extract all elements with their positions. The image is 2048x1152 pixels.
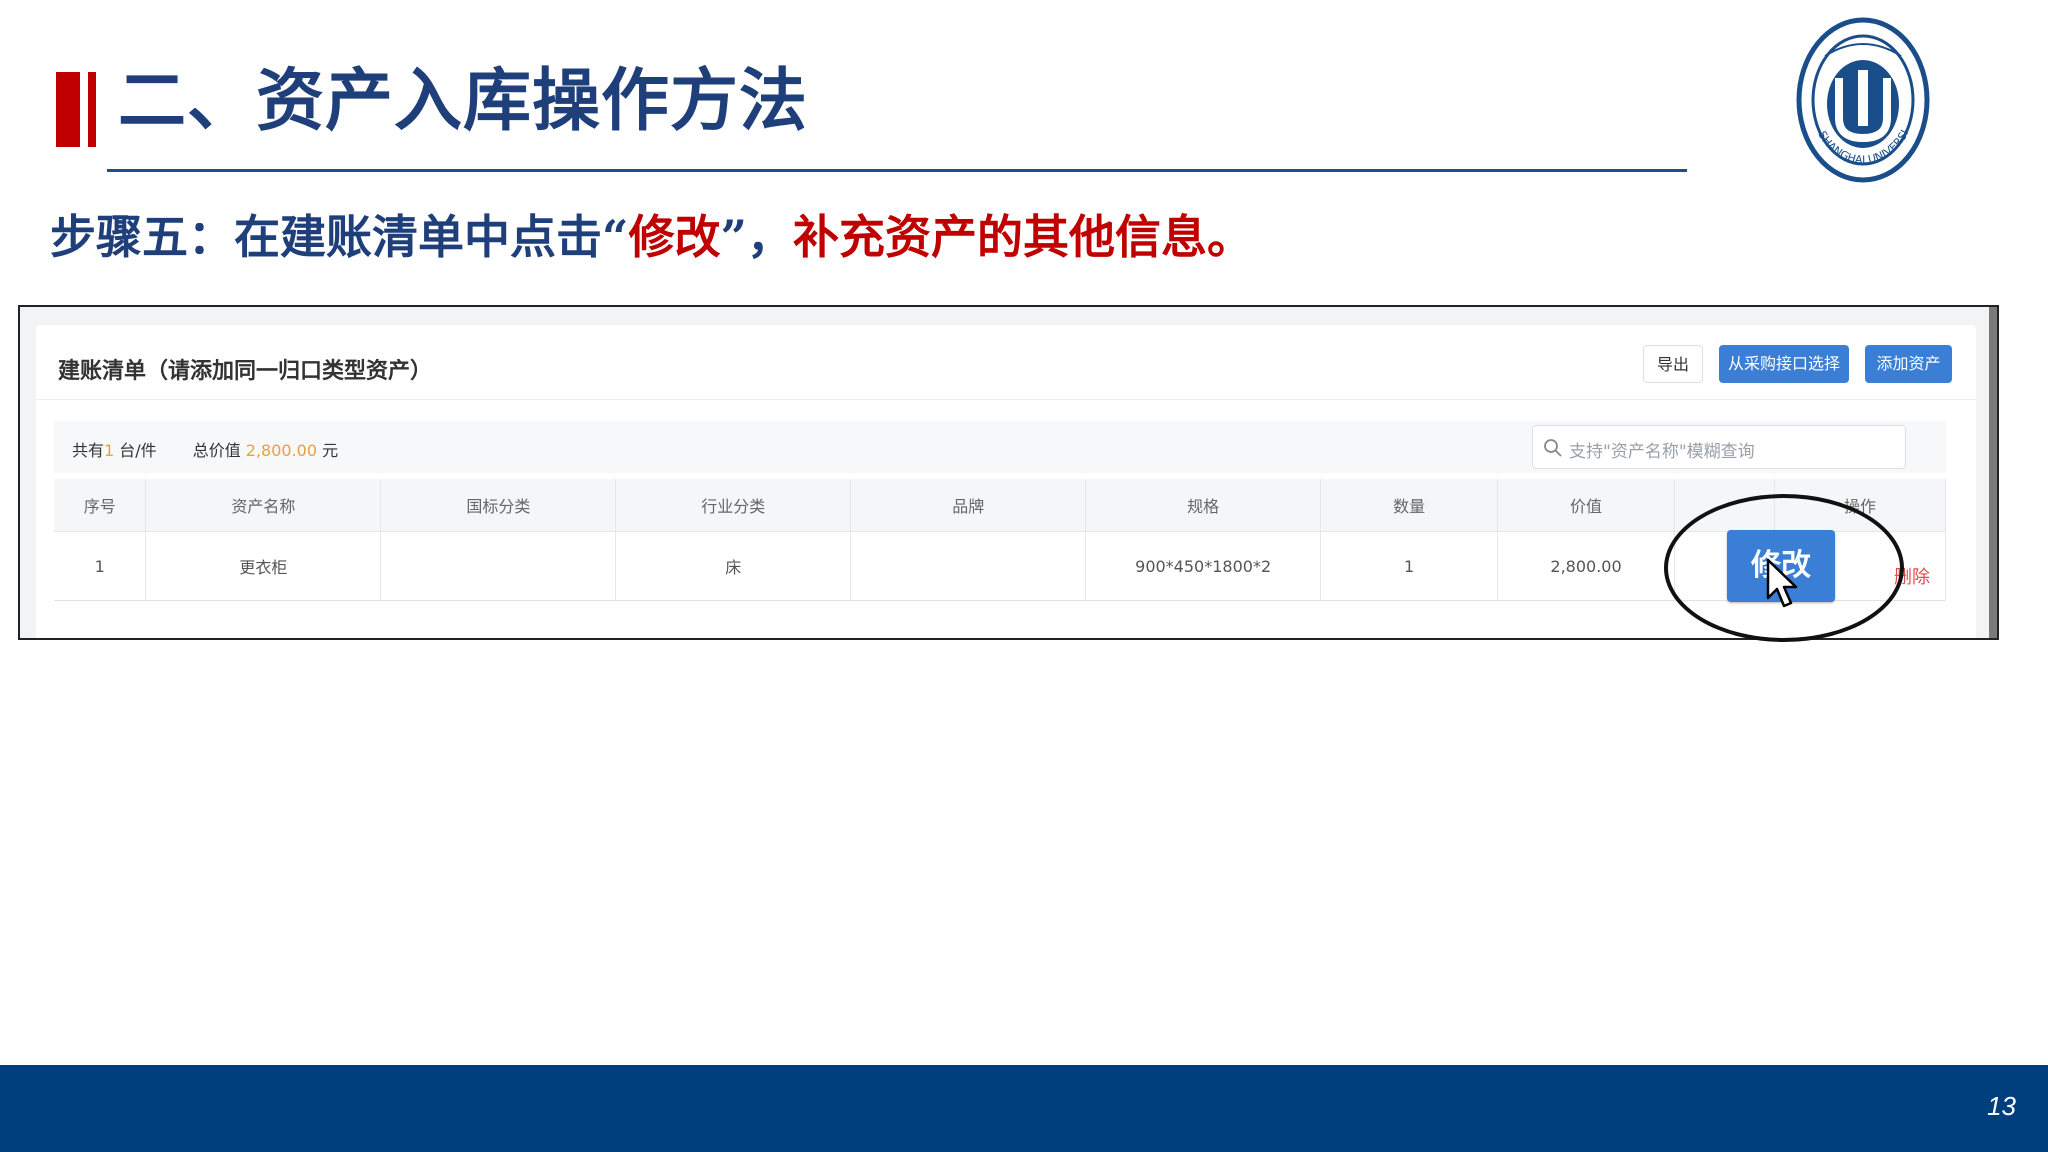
table-cell: 1 xyxy=(1320,531,1499,601)
ledger-table: 序号 资产名称 国标分类 行业分类 品牌 规格 数量 价值 操作 1 更衣柜 床… xyxy=(54,479,1947,601)
table-cell: 2,800.00 xyxy=(1497,531,1676,601)
title-accent-bar-thin xyxy=(88,72,96,147)
column-header: 国标分类 xyxy=(380,479,617,532)
step-middle: ”， xyxy=(720,210,793,264)
step-instruction: 步骤五：在建账清单中点击“修改”，补充资产的其他信息。 xyxy=(50,204,1253,270)
summary-text: 共有1 台/件 总价值 2,800.00 元 xyxy=(72,437,338,461)
step-highlight-edit: 修改 xyxy=(628,210,721,264)
column-header: 数量 xyxy=(1320,479,1499,532)
column-header: 序号 xyxy=(54,479,147,532)
table-header-row: 序号 资产名称 国标分类 行业分类 品牌 规格 数量 价值 操作 xyxy=(54,479,1947,532)
step-highlight-supplement: 补充资产的其他信息。 xyxy=(792,210,1253,264)
table-cell: 床 xyxy=(615,531,852,601)
search-placeholder: 支持"资产名称"模糊查询 xyxy=(1569,442,1755,462)
export-button[interactable]: 导出 xyxy=(1643,345,1703,383)
column-header: 价值 xyxy=(1497,479,1676,532)
count-suffix: 台/件 xyxy=(114,441,157,460)
column-header: 行业分类 xyxy=(615,479,852,532)
column-header: 品牌 xyxy=(850,479,1087,532)
count-value: 1 xyxy=(104,441,115,460)
title-underline xyxy=(107,169,1687,172)
card-header-divider xyxy=(36,399,1976,400)
university-logo: SHANGHAI UNIVERSITY xyxy=(1795,14,1930,183)
ledger-card-title: 建账清单（请添加同一归口类型资产） xyxy=(58,359,433,384)
search-icon xyxy=(1544,439,1562,457)
column-header: 资产名称 xyxy=(145,479,382,532)
search-input[interactable]: 支持"资产名称"模糊查询 xyxy=(1532,425,1906,469)
total-unit: 元 xyxy=(317,441,339,460)
add-asset-button[interactable]: 添加资产 xyxy=(1865,345,1952,383)
count-prefix: 共有 xyxy=(72,441,105,460)
total-label: 总价值 xyxy=(192,441,246,460)
slide-title: 二、资产入库操作方法 xyxy=(118,62,809,141)
table-cell: 更衣柜 xyxy=(145,531,382,601)
screenshot-scrollbar-edge xyxy=(1989,307,1997,638)
mouse-cursor-icon xyxy=(1766,558,1798,608)
total-value: 2,800.00 xyxy=(245,441,318,460)
page-number: 13 xyxy=(1987,1091,2016,1121)
step-prefix: 步骤五：在建账清单中点击“ xyxy=(50,210,629,264)
table-row: 1 更衣柜 床 900*450*1800*2 1 2,800.00 xyxy=(54,531,1947,601)
slide-footer: 13 xyxy=(0,1065,2048,1152)
column-header: 规格 xyxy=(1085,479,1322,532)
table-cell: 900*450*1800*2 xyxy=(1085,531,1322,601)
table-cell: 1 xyxy=(54,531,147,601)
table-cell xyxy=(850,531,1087,601)
table-cell xyxy=(380,531,617,601)
title-accent-bar xyxy=(56,72,80,147)
select-from-purchase-button[interactable]: 从采购接口选择 xyxy=(1719,345,1849,383)
